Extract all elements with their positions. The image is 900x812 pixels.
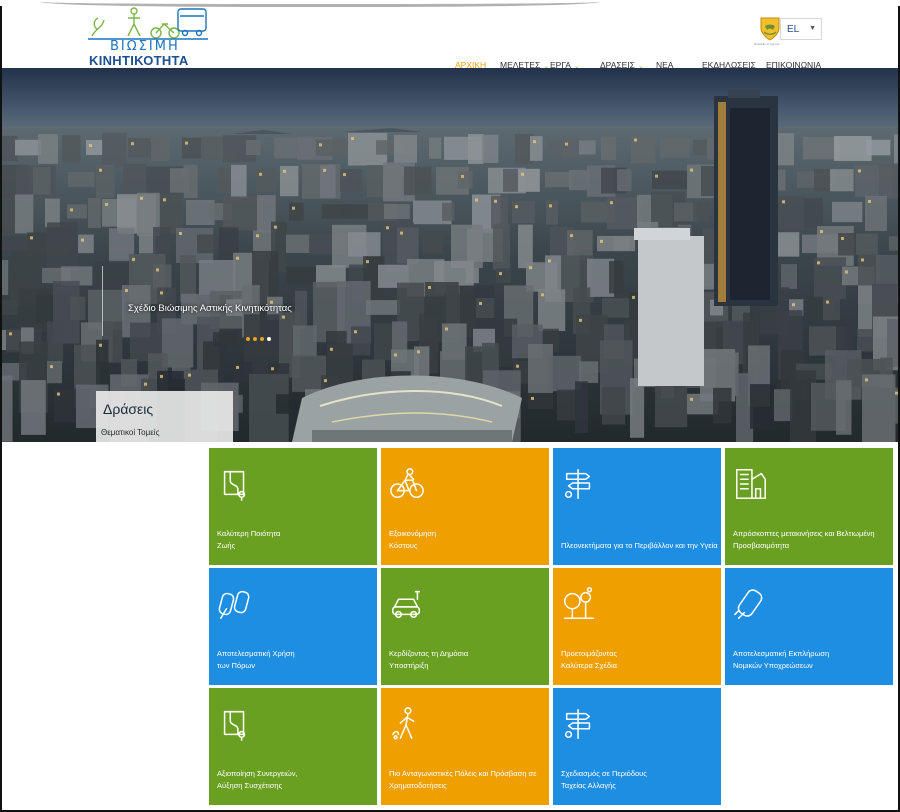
road-map-icon bbox=[223, 470, 246, 501]
tile-label-line: Εξοικονόμηση bbox=[389, 529, 437, 538]
signpost-icon bbox=[564, 469, 591, 499]
slider-dot[interactable] bbox=[267, 337, 271, 341]
buildings-icon bbox=[736, 469, 766, 499]
site-logo[interactable]: ΒΙΩΣΙΜΗ ΚΙΝΗΤΙΚΟΤΗΤΑ bbox=[88, 6, 208, 68]
slider-dot[interactable] bbox=[260, 337, 264, 341]
tile-label-line: Υποστήριξη bbox=[389, 660, 429, 670]
tile-label: Απρόσκοπτες μετακινήσεις και Βελτιωμένη Π… bbox=[733, 528, 893, 551]
tile-label-line: Αποτελεσματική Εκπλήρωση bbox=[733, 649, 830, 658]
caption-divider bbox=[102, 266, 103, 336]
tile-label-line: Καλύτερη Ποιότητα bbox=[217, 529, 281, 538]
tile-label-line: Καλύτερα Σχέδια bbox=[561, 660, 618, 670]
tile-label: Αξιοποίηση Συνεργειών, Αύξηση Συσχέτισης bbox=[217, 768, 377, 791]
thematic-tile[interactable]: Καλύτερη Ποιότητα Ζωής bbox=[209, 448, 377, 565]
site-header: ΒΙΩΣΙΜΗ ΚΙΝΗΤΙΚΟΤΗΤΑ Republic of Cyprus … bbox=[2, 2, 898, 70]
tile-label: Πιο Ανταγωνιστικές Πόλεις και Πρόσβαση σ… bbox=[389, 768, 549, 791]
emblem-caption: Republic of Cyprus bbox=[754, 42, 780, 46]
top-edge bbox=[0, 0, 900, 7]
tile-label-line: Ταχείας Αλλαγής bbox=[561, 780, 616, 790]
thematic-tile[interactable]: Αξιοποίηση Συνεργειών, Αύξηση Συσχέτισης bbox=[209, 688, 377, 805]
tile-label-line: Νομικών Υποχρεώσεων bbox=[733, 660, 813, 670]
thematic-tile[interactable]: Αποτελεσματική Εκπλήρωση Νομικών Υποχρεώσ… bbox=[725, 568, 893, 685]
signpost-icon bbox=[564, 709, 591, 739]
tile-label-line: Πλεονεκτήματα για το Περιβάλλον και την … bbox=[561, 541, 718, 550]
thematic-tile[interactable]: Πιο Ανταγωνιστικές Πόλεις και Πρόσβαση σ… bbox=[381, 688, 549, 805]
thematic-tile[interactable]: Κερδίζοντας τη Δημόσια Υποστήριξη bbox=[381, 568, 549, 685]
thematic-tile[interactable]: Προετοιμάζοντας Καλύτερα Σχέδια bbox=[553, 568, 721, 685]
logo-mobility-icon bbox=[88, 7, 208, 40]
city-skyline-image bbox=[2, 68, 898, 442]
actions-box-subtitle: Θεματικοί Τομείς bbox=[101, 428, 160, 437]
actions-box[interactable]: Δράσεις Θεματικοί Τομείς bbox=[96, 391, 233, 442]
tile-label: Πλεονεκτήματα για το Περιβάλλον και την … bbox=[561, 540, 721, 552]
slider-dot[interactable] bbox=[246, 337, 250, 341]
tile-label: Εξοικονόμηση Κόστους bbox=[389, 528, 549, 551]
road-map-icon bbox=[223, 710, 246, 741]
actions-box-title: Δράσεις bbox=[103, 401, 154, 417]
tile-label-line: Χρηματοδοτήσεις bbox=[389, 780, 447, 790]
tile-label-line: Απρόσκοπτες μετακινήσεις και Βελτιωμένη bbox=[733, 529, 875, 538]
slider-dot[interactable] bbox=[253, 337, 257, 341]
tile-label: Προετοιμάζοντας Καλύτερα Σχέδια bbox=[561, 648, 721, 671]
logo-line-1: ΒΙΩΣΙΜΗ bbox=[110, 39, 180, 54]
tile-label-line: Κόστους bbox=[389, 540, 418, 550]
tile-label-line: Αξιοποίηση Συνεργειών, bbox=[217, 769, 298, 778]
thematic-tile[interactable]: Αποτελεσματική Χρήση των Πόρων bbox=[209, 568, 377, 685]
tile-label-line: Σχεδιασμός σε Περιόδους bbox=[561, 769, 647, 778]
tile-label-line: Προσβασιμότητα bbox=[733, 540, 790, 550]
tile-label-line: Αύξηση Συσχέτισης bbox=[217, 780, 283, 790]
tile-label-line: Πιο Ανταγωνιστικές Πόλεις και Πρόσβαση σ… bbox=[389, 769, 537, 778]
tile-label: Σχεδιασμός σε Περιόδους Ταχείας Αλλαγής bbox=[561, 768, 721, 791]
language-value: EL bbox=[787, 24, 800, 35]
tile-label: Καλύτερη Ποιότητα Ζωής bbox=[217, 528, 377, 551]
tile-label: Αποτελεσματική Χρήση των Πόρων bbox=[217, 648, 377, 671]
trees-icon bbox=[564, 587, 594, 619]
tile-label: Αποτελεσματική Εκπλήρωση Νομικών Υποχρεώσ… bbox=[733, 648, 893, 671]
tile-label-line: των Πόρων bbox=[217, 660, 256, 670]
tile-label-line: Κερδίζοντας τη Δημόσια bbox=[389, 649, 469, 658]
thematic-tile[interactable]: Απρόσκοπτες μετακινήσεις και Βελτιωμένη Π… bbox=[725, 448, 893, 565]
thematic-tile[interactable]: Εξοικονόμηση Κόστους bbox=[381, 448, 549, 565]
car-icon bbox=[734, 589, 763, 619]
tile-label-line: Ζωής bbox=[217, 540, 236, 550]
tile-label: Κερδίζοντας τη Δημόσια Υποστήριξη bbox=[389, 648, 549, 671]
thematic-tile[interactable]: Πλεονεκτήματα για το Περιβάλλον και την … bbox=[553, 448, 721, 565]
chevron-down-icon: ▼ bbox=[809, 25, 816, 32]
language-select[interactable]: EL ▼ bbox=[780, 18, 822, 40]
cars-icon bbox=[218, 590, 250, 619]
cyprus-emblem-icon bbox=[760, 17, 780, 41]
walker-icon bbox=[392, 707, 415, 740]
slider-dots bbox=[246, 328, 274, 346]
electric-car-icon bbox=[392, 590, 421, 619]
thematic-tile[interactable]: Σχεδιασμός σε Περιόδους Ταχείας Αλλαγής bbox=[553, 688, 721, 805]
cyclist-icon bbox=[390, 468, 424, 499]
tile-label-line: Αποτελεσματική Χρήση bbox=[217, 649, 295, 658]
slide-caption[interactable]: Σχέδιο Βιώσιμης Αστικής Κινητικότητας bbox=[128, 303, 292, 314]
hero-slider[interactable]: Σχέδιο Βιώσιμης Αστικής Κινητικότητας Δρ… bbox=[2, 68, 898, 442]
tile-label-line: Προετοιμάζοντας bbox=[561, 649, 618, 658]
